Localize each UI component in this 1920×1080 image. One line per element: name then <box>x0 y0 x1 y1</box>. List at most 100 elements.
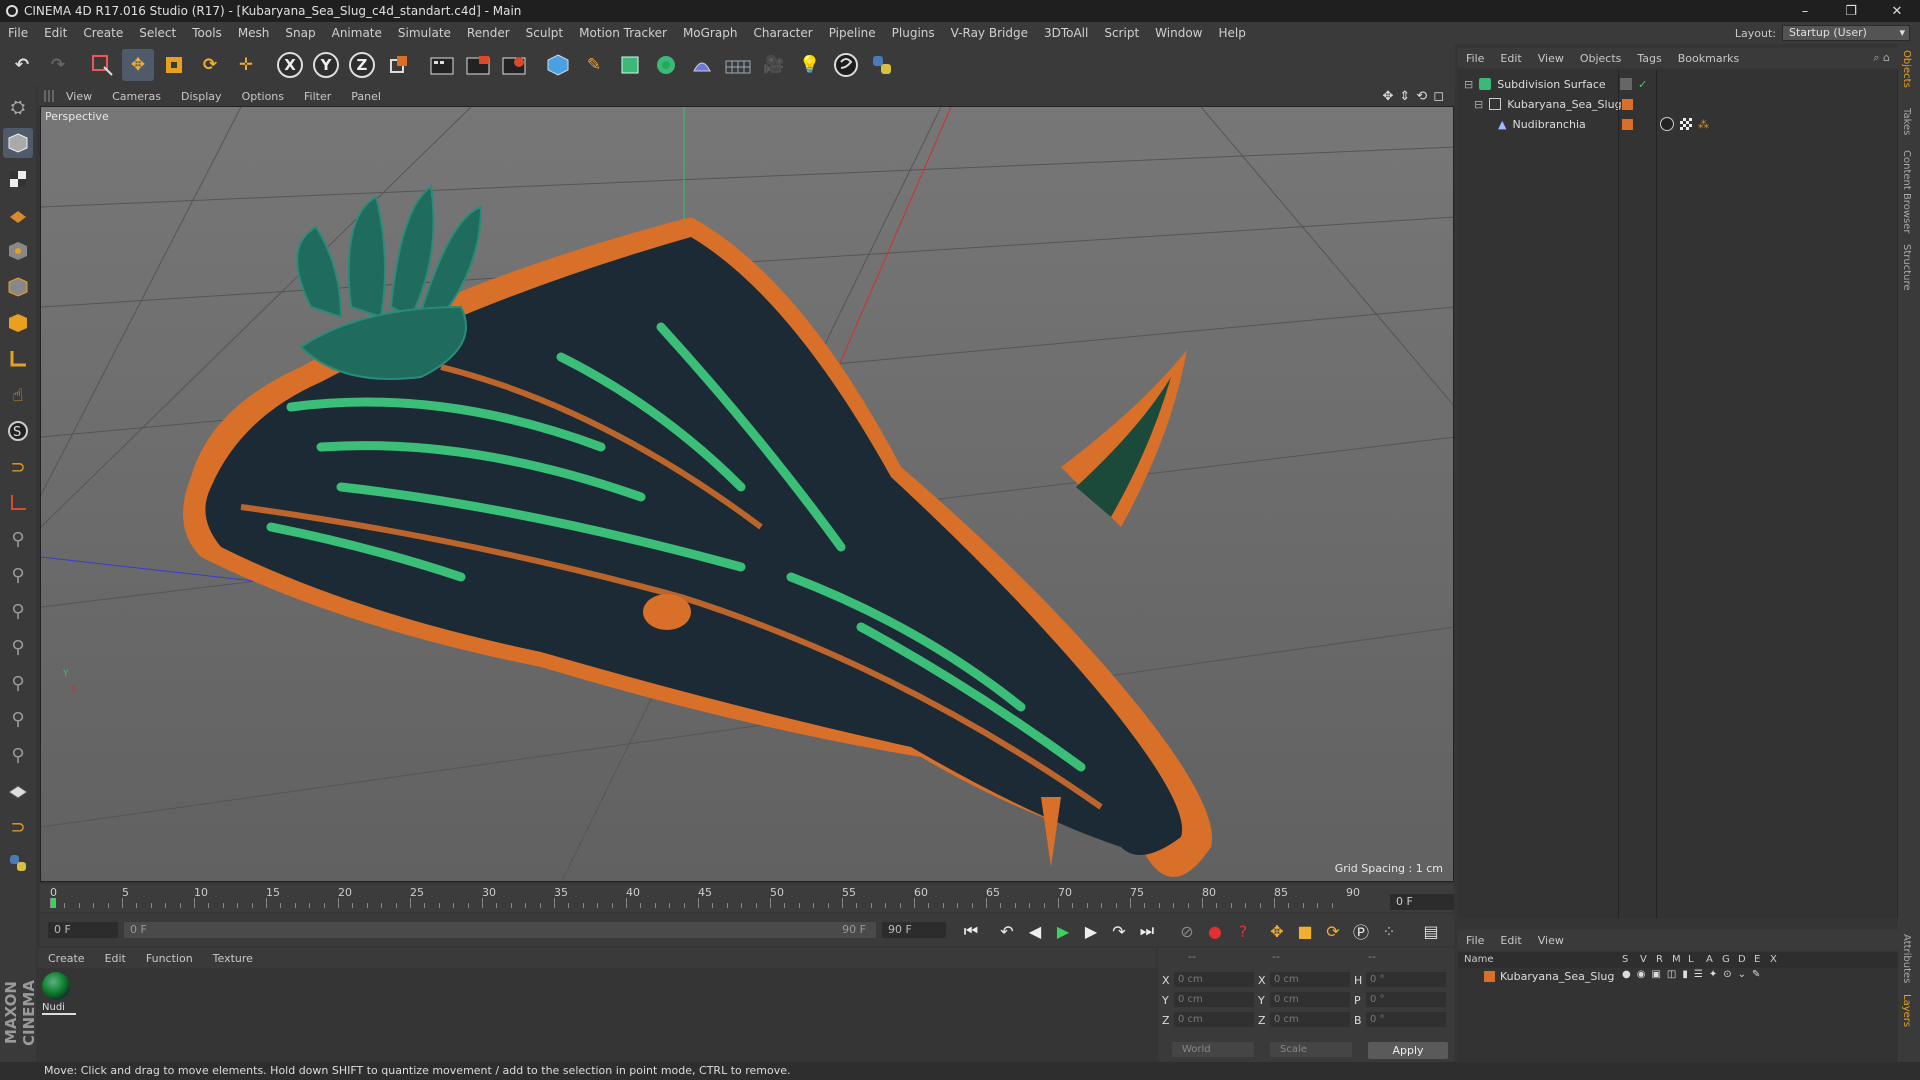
menu-simulate[interactable]: Simulate <box>390 26 459 40</box>
object-row-kubaryana-sea-slug[interactable]: ⊟ Kubaryana_Sea_Slug <box>1458 94 1898 114</box>
vray-icon[interactable] <box>830 49 862 81</box>
brush-tool-4-icon[interactable]: ⚲ <box>3 632 33 662</box>
tab-layers[interactable]: Layers <box>1901 994 1912 1027</box>
viewport-menu-panel[interactable]: Panel <box>341 90 391 103</box>
uvw-tag-icon[interactable]: ⁂ <box>1698 118 1709 131</box>
menu-script[interactable]: Script <box>1096 26 1147 40</box>
live-select-icon[interactable]: ✛ <box>230 49 262 81</box>
size-mode-dropdown[interactable]: Scale <box>1270 1042 1352 1057</box>
object-menu-edit[interactable]: Edit <box>1492 52 1529 65</box>
end-frame-field[interactable]: 90 F <box>882 922 946 938</box>
brush-tool-6-icon[interactable]: ⚲ <box>3 704 33 734</box>
magnet-icon[interactable]: ⊃ <box>3 452 33 482</box>
tab-structure[interactable]: Structure <box>1901 244 1912 291</box>
material-menu-function[interactable]: Function <box>136 952 203 965</box>
menu-vray-bridge[interactable]: V-Ray Bridge <box>943 26 1036 40</box>
menu-sculpt[interactable]: Sculpt <box>518 26 571 40</box>
menu-motion-tracker[interactable]: Motion Tracker <box>571 26 675 40</box>
cube-primitive-icon[interactable] <box>542 49 574 81</box>
brush-tool-7-icon[interactable]: ⚲ <box>3 740 33 770</box>
object-menu-bookmarks[interactable]: Bookmarks <box>1670 52 1747 65</box>
size-x-field[interactable]: 0 cm <box>1270 972 1350 987</box>
menu-select[interactable]: Select <box>131 26 184 40</box>
coordinate-mode-dropdown[interactable]: World <box>1172 1042 1254 1057</box>
key-pla-icon[interactable]: ⁘ <box>1378 920 1400 942</box>
tab-takes[interactable]: Takes <box>1901 108 1912 135</box>
object-row-subdivision-surface[interactable]: ⊟ Subdivision Surface ✓ <box>1458 74 1898 94</box>
x-axis-lock-icon[interactable]: X <box>274 49 306 81</box>
polygons-mode-icon[interactable] <box>3 308 33 338</box>
texture-tag-icon[interactable] <box>1680 118 1692 130</box>
collapse-icon[interactable]: ⊟ <box>1474 98 1483 111</box>
scale-tool-icon[interactable] <box>158 49 190 81</box>
object-name[interactable]: Kubaryana_Sea_Slug <box>1507 98 1621 111</box>
layer-flags-icons[interactable]: ●◉▣◫▮☰✦⊙⌄✎ <box>1622 969 1766 980</box>
object-menu-file[interactable]: File <box>1458 52 1492 65</box>
autokey-icon[interactable]: ? <box>1232 920 1254 942</box>
layer-menu-file[interactable]: File <box>1458 934 1492 947</box>
z-axis-lock-icon[interactable]: Z <box>346 49 378 81</box>
viewport-menu-display[interactable]: Display <box>171 90 232 103</box>
menu-create[interactable]: Create <box>75 26 131 40</box>
close-button[interactable]: ✕ <box>1874 4 1920 19</box>
minimize-button[interactable]: – <box>1782 4 1828 19</box>
move-tool-icon[interactable]: ✥ <box>122 49 154 81</box>
enabled-check-icon[interactable]: ✓ <box>1638 78 1647 91</box>
render-view-icon[interactable] <box>426 49 458 81</box>
viewport-menu-cameras[interactable]: Cameras <box>102 90 171 103</box>
soft-selection-icon[interactable]: ⊃ <box>3 812 33 842</box>
coordinate-system-icon[interactable] <box>382 49 414 81</box>
tab-attributes[interactable]: Attributes <box>1901 934 1912 983</box>
key-scale-icon[interactable]: ■ <box>1294 920 1316 942</box>
y-axis-lock-icon[interactable]: Y <box>310 49 342 81</box>
range-slider[interactable]: 0 F 90 F <box>124 922 876 938</box>
menu-edit[interactable]: Edit <box>36 26 75 40</box>
menu-pipeline[interactable]: Pipeline <box>821 26 884 40</box>
timeline-ruler[interactable]: 0 5 10 15 20 25 30 35 40 45 50 55 60 65 70 75 80 85 90 <box>40 884 1454 912</box>
viewport-menu-filter[interactable]: Filter <box>294 90 341 103</box>
go-to-start-icon[interactable]: ⏮ <box>960 920 982 942</box>
subdivision-surface-icon[interactable] <box>614 49 646 81</box>
camera-icon[interactable]: 🎥 <box>758 49 790 81</box>
array-generator-icon[interactable] <box>650 49 682 81</box>
start-frame-field[interactable]: 0 F <box>48 922 118 938</box>
menu-mograph[interactable]: MoGraph <box>675 26 746 40</box>
viewport-menu-view[interactable]: View <box>56 90 102 103</box>
layer-color-swatch[interactable] <box>1622 98 1633 110</box>
menu-3dtoall[interactable]: 3DToAll <box>1036 26 1096 40</box>
object-name[interactable]: Nudibranchia <box>1512 118 1585 131</box>
size-y-field[interactable]: 0 cm <box>1270 992 1350 1007</box>
key-parameter-icon[interactable]: Ⓟ <box>1350 920 1372 942</box>
menu-plugins[interactable]: Plugins <box>884 26 943 40</box>
material-name[interactable]: Nudi <box>42 1002 76 1015</box>
position-y-field[interactable]: 0 cm <box>1174 992 1254 1007</box>
layout-dropdown[interactable]: Startup (User) <box>1782 25 1910 41</box>
current-frame-field[interactable]: 0 F <box>1390 894 1454 910</box>
viewport-rotate-icon[interactable]: ⟲ <box>1416 89 1427 104</box>
layer-menu-edit[interactable]: Edit <box>1492 934 1529 947</box>
object-row-nudibranchia[interactable]: ▲ Nudibranchia ⁂ <box>1458 114 1898 134</box>
python-icon[interactable] <box>866 49 898 81</box>
viewport-move-icon[interactable]: ✥ <box>1382 89 1393 104</box>
menu-window[interactable]: Window <box>1147 26 1210 40</box>
rotation-h-field[interactable]: 0 ° <box>1366 972 1446 987</box>
menu-render[interactable]: Render <box>459 26 518 40</box>
menu-tools[interactable]: Tools <box>184 26 230 40</box>
layer-list-area[interactable] <box>1458 986 1898 1062</box>
object-search-icon[interactable]: ⌕ ⌂ <box>1873 51 1890 65</box>
model-mode-icon[interactable] <box>3 128 33 158</box>
position-x-field[interactable]: 0 cm <box>1174 972 1254 987</box>
position-z-field[interactable]: 0 cm <box>1174 1012 1254 1027</box>
sea-slug-model[interactable] <box>183 185 1212 877</box>
record-keys-icon[interactable]: ⊘ <box>1176 920 1198 942</box>
points-mode-icon[interactable] <box>3 236 33 266</box>
floor-scene-icon[interactable] <box>722 49 754 81</box>
object-menu-objects[interactable]: Objects <box>1572 52 1630 65</box>
layer-color-swatch[interactable] <box>1622 118 1633 130</box>
phong-tag-icon[interactable] <box>1660 117 1674 131</box>
brush-tool-2-icon[interactable]: ⚲ <box>3 560 33 590</box>
rotate-tool-icon[interactable]: ⟳ <box>194 49 226 81</box>
object-menu-tags[interactable]: Tags <box>1629 52 1669 65</box>
timeline-window-icon[interactable]: ▤ <box>1420 920 1442 942</box>
menu-snap[interactable]: Snap <box>277 26 323 40</box>
